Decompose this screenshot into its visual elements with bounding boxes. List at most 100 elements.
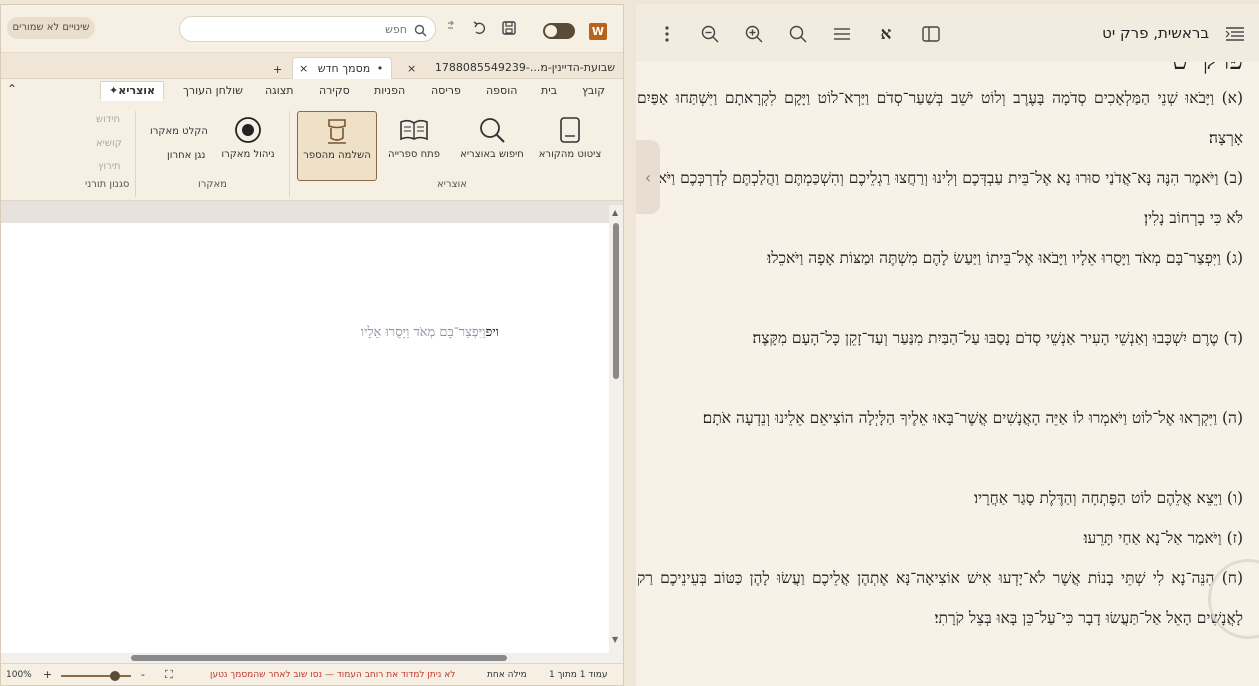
save-icon[interactable]: [499, 18, 519, 38]
page-count: עמוד 1 מתוך 1: [549, 670, 608, 680]
zoom-out-icon[interactable]: [700, 24, 720, 44]
ribbon-group-macro: מאקרו: [198, 179, 227, 190]
collapse-ribbon-icon[interactable]: ⌃: [7, 82, 17, 96]
zoom-out-button[interactable]: -: [141, 668, 145, 681]
chevron-left-icon[interactable]: ‹: [636, 140, 660, 214]
search-icon: [453, 111, 531, 149]
reader-pane: א בראשית, פרק יט פרק יט (א) וַיָּבֹאוּ ש…: [636, 4, 1259, 686]
search-icon: [414, 22, 427, 41]
search-icon[interactable]: [788, 24, 808, 44]
tab-new-document[interactable]: × מסמך חדש •: [292, 57, 392, 79]
menu-file[interactable]: קובץ: [582, 84, 605, 97]
toggle-knob: [545, 25, 557, 37]
ribbon-divider: [135, 111, 136, 197]
word-count: מילה אחת: [487, 670, 527, 680]
ribbon-divider: [289, 111, 290, 197]
verse[interactable]: (ב) וַיֹּאמֶר הִנֶּה נָּא־אֲדֹנַי סוּרוּ…: [637, 158, 1243, 238]
menu-view[interactable]: תצוגה: [265, 84, 293, 97]
tab-document[interactable]: שבועת-הדיינין-מ...-1788085549239: [425, 57, 615, 79]
sidebar-icon[interactable]: [921, 24, 941, 44]
word-icon: W: [589, 23, 607, 40]
zoom-in-button[interactable]: +: [43, 668, 52, 681]
more-icon[interactable]: [657, 24, 677, 44]
tab-label: מסמך חדש: [317, 62, 371, 75]
horizontal-scroll-thumb[interactable]: [131, 655, 507, 661]
search-box[interactable]: [179, 16, 436, 42]
editor-toolbar: שינויים לא שמורים W: [1, 5, 623, 53]
document-tabs: + × מסמך חדש • × שבועת-הדיינין-מ...-1788…: [1, 53, 623, 81]
scroll-up-icon[interactable]: ▲: [612, 208, 618, 217]
verse[interactable]: (א) וַיָּבֹאוּ שְׁנֵי הַמַּלְאָכִים סְדֹ…: [637, 78, 1243, 158]
document-text[interactable]: ויפוַיִּפְצַר־בָּם מְאֹד וַיָּסֻרוּ אֵלָ…: [361, 324, 499, 340]
zoom-slider-thumb[interactable]: [110, 671, 120, 681]
manage-macros-label: ניהול מאקרו: [221, 149, 275, 160]
zoom-in-icon[interactable]: [744, 24, 764, 44]
ribbon-group-otzaria: אוצריא: [437, 179, 467, 190]
style-novella-button[interactable]: חידוש: [96, 114, 120, 125]
library-icon: [375, 111, 453, 149]
scroll-down-icon[interactable]: ▼: [612, 635, 618, 644]
toc-icon[interactable]: [1225, 24, 1245, 44]
menu-otzaria[interactable]: ✦אוצריא: [100, 81, 165, 101]
manage-macros-button[interactable]: ניהול מאקרו: [213, 111, 283, 179]
menu-insert[interactable]: הוספה: [486, 84, 517, 97]
ruler-strip: [1, 201, 623, 223]
vertical-scrollbar[interactable]: ▲ ▼: [609, 205, 623, 653]
tab-close-icon[interactable]: ×: [299, 62, 308, 75]
complete-from-book-button[interactable]: השלמה מהספר: [297, 111, 377, 181]
verse-list: פרק יט (א) וַיָּבֹאוּ שְׁנֵי הַמַּלְאָכִ…: [636, 62, 1259, 686]
zoom-slider[interactable]: [61, 675, 131, 677]
theme-toggle[interactable]: [543, 23, 575, 39]
reader-title: בראשית, פרק יט: [1102, 24, 1209, 42]
record-icon: [213, 111, 283, 149]
reader-toolbar: א בראשית, פרק יט: [636, 4, 1259, 62]
undo-icon[interactable]: [470, 18, 490, 38]
verse[interactable]: (ד) טֶרֶם יִשְׁכָּבוּ וְאַנְשֵׁי הָעִיר …: [637, 318, 1243, 398]
menu-bar: ⌃ ✦אוצריא שולחן העורך תצוגה סקירה הפניות…: [1, 79, 623, 103]
style-answer-button[interactable]: תירוץ: [98, 161, 121, 172]
chapter-heading: פרק יט: [1172, 62, 1243, 76]
menu-references[interactable]: הפניות: [374, 84, 405, 97]
menu-editor-desk[interactable]: שולחן העורך: [183, 84, 243, 97]
tab-close-icon[interactable]: ×: [407, 58, 416, 80]
zoom-level: 100%: [6, 670, 32, 680]
verse[interactable]: (ו) וַיֵּצֵא אֲלֵהֶם לוֹט הַפֶּתְחָה וְה…: [637, 478, 1243, 518]
ribbon-group-torah-style: סגנון תורני: [85, 179, 130, 190]
document-canvas[interactable]: ויפוַיִּפְצַר־בָּם מְאֹד וַיָּסֻרוּ אֵלָ…: [1, 223, 609, 653]
search-input[interactable]: [207, 21, 407, 38]
book-icon: [298, 112, 376, 150]
open-library-button[interactable]: פתח ספרייה: [375, 111, 453, 179]
verse[interactable]: (ח) הִנֵּה־נָא לִי שְׁתֵּי בָנוֹת אֲשֶׁר…: [637, 558, 1243, 678]
otzaria-search-button[interactable]: חיפוש באוצריא: [453, 111, 531, 179]
menu-home[interactable]: בית: [541, 84, 557, 97]
editor-pane: שינויים לא שמורים W + × מסמך חדש • × שבו…: [0, 4, 624, 686]
unsaved-changes-badge: שינויים לא שמורים: [7, 17, 95, 39]
quote-from-reader-button[interactable]: ציטוט מהקורא: [531, 111, 609, 179]
verse[interactable]: (ז) וַיֹּאמַר אַל־נָא אַחַי תָּרֵעוּ׃: [637, 518, 1243, 558]
font-icon[interactable]: א: [876, 24, 896, 44]
autocomplete-suggestion: וַיִּפְצַר־בָּם מְאֹד וַיָּסֻרוּ אֵלָיו: [360, 325, 486, 340]
horizontal-scrollbar[interactable]: [1, 653, 623, 663]
tab-modified-dot: •: [376, 62, 384, 75]
open-library-label: פתח ספרייה: [388, 149, 440, 160]
menu-icon[interactable]: [832, 24, 852, 44]
record-macro-button[interactable]: הקלט מאקרו: [150, 126, 208, 137]
fullscreen-icon[interactable]: ⛶: [165, 668, 173, 682]
style-question-button[interactable]: קושיא: [96, 138, 122, 149]
menu-review[interactable]: סקירה: [319, 84, 350, 97]
menu-layout[interactable]: פריסה: [431, 84, 461, 97]
redo-icon[interactable]: [441, 18, 461, 38]
play-last-macro-button[interactable]: נגן אחרון: [167, 150, 205, 161]
ribbon: ציטוט מהקורא חיפוש באוצריא פתח ספרייה הש…: [1, 103, 623, 201]
new-tab-button[interactable]: +: [273, 59, 282, 81]
page-width-warning: לא ניתן למדוד את רוחב העמוד — נסו שוב לא…: [210, 670, 456, 680]
app-window: { "editor": { "unsaved_badge": "שינויים …: [0, 0, 1259, 686]
vertical-scroll-thumb[interactable]: [613, 223, 619, 379]
quote-icon: [531, 111, 609, 149]
verse[interactable]: (ה) וַיִּקְרְאוּ אֶל־לוֹט וַיֹּאמְרוּ לו…: [637, 398, 1243, 478]
typed-text: ויפ: [485, 325, 499, 340]
status-bar: 100% + - ⛶ לא ניתן למדוד את רוחב העמוד —…: [1, 663, 623, 685]
verse[interactable]: (ג) וַיִּפְצַר־בָּם מְאֹד וַיָּסֻרוּ אֵל…: [637, 238, 1243, 318]
complete-from-book-label: השלמה מהספר: [303, 150, 371, 161]
quote-from-reader-label: ציטוט מהקורא: [538, 149, 602, 160]
